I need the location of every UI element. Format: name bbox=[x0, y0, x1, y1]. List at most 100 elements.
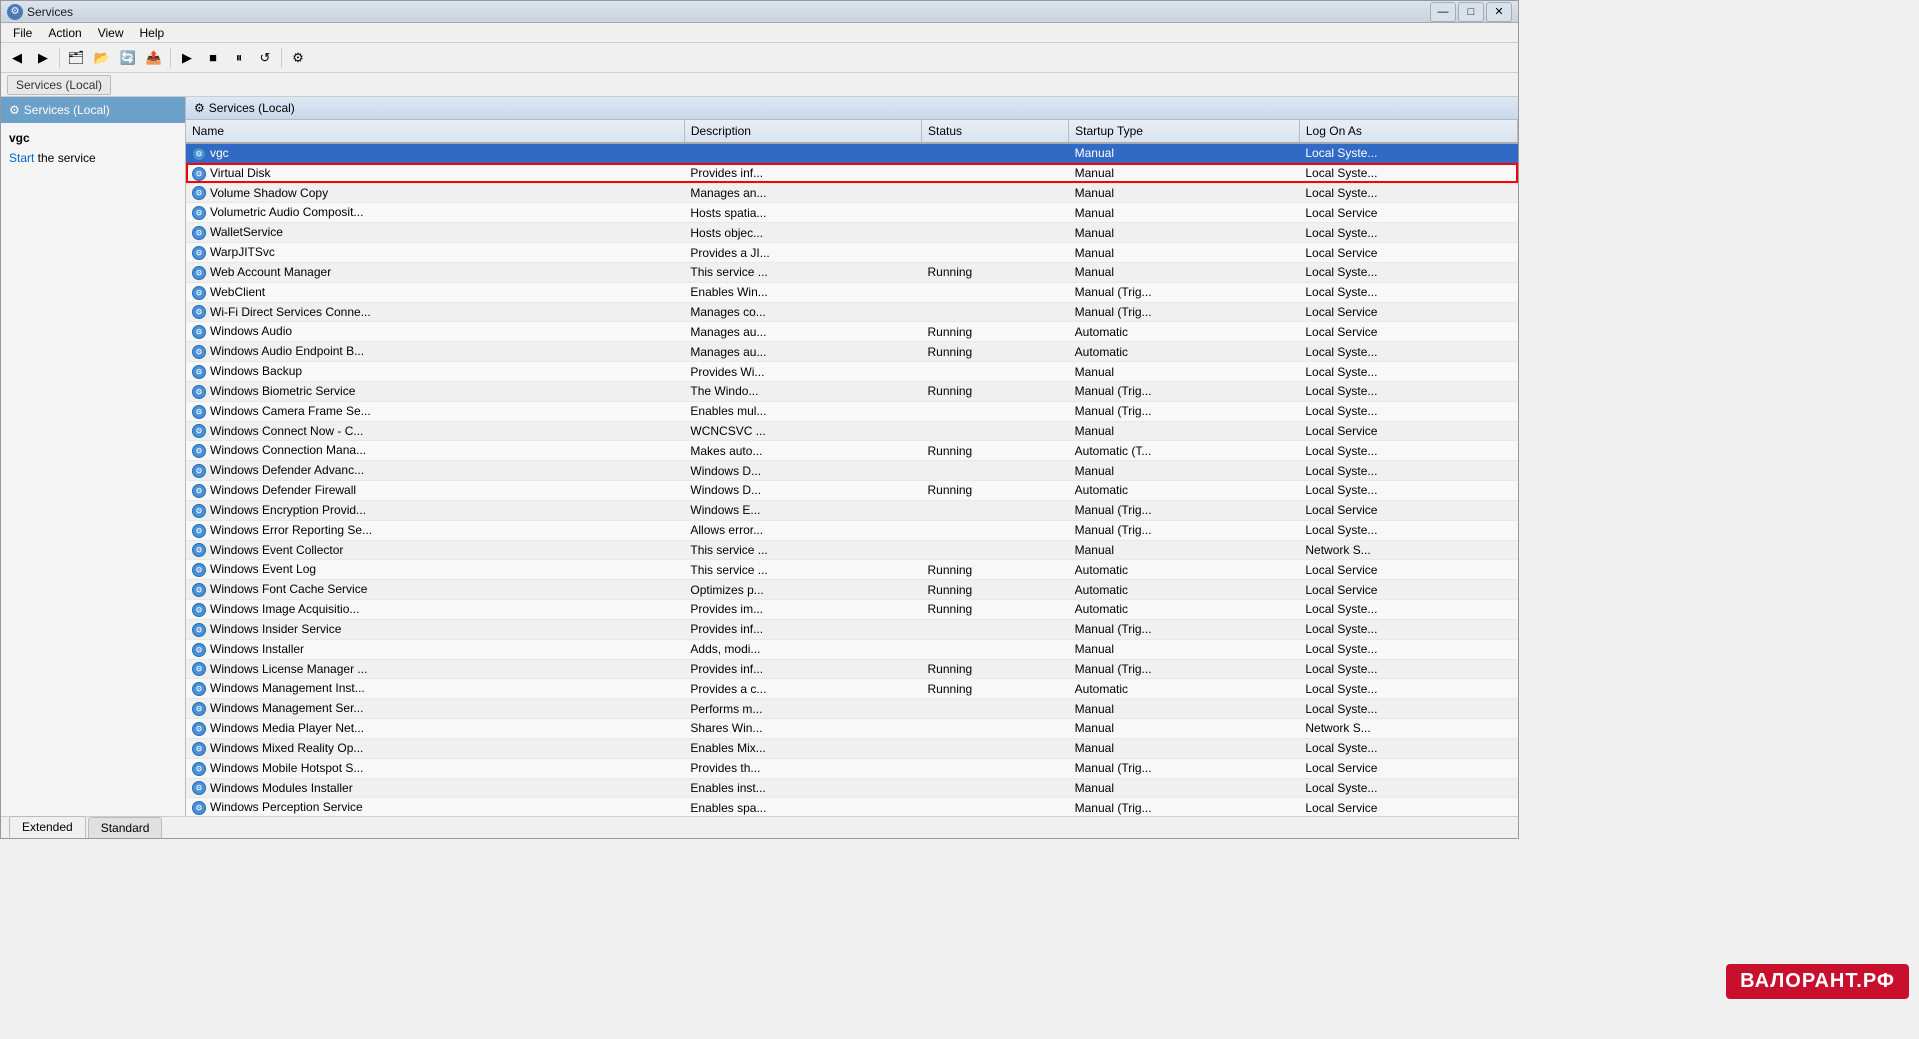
table-row[interactable]: Windows BackupProvides Wi...ManualLocal … bbox=[186, 362, 1518, 382]
service-desc-cell: Provides Wi... bbox=[684, 362, 921, 382]
service-desc-cell: This service ... bbox=[684, 262, 921, 282]
menu-help[interactable]: Help bbox=[132, 24, 173, 42]
table-row[interactable]: Web Account ManagerThis service ...Runni… bbox=[186, 262, 1518, 282]
service-desc-cell: Adds, modi... bbox=[684, 639, 921, 659]
col-name[interactable]: Name bbox=[186, 120, 684, 143]
table-row[interactable]: Windows Modules InstallerEnables inst...… bbox=[186, 778, 1518, 798]
table-row[interactable]: Windows Connect Now - C...WCNCSVC ...Man… bbox=[186, 421, 1518, 441]
table-row[interactable]: Windows Error Reporting Se...Allows erro… bbox=[186, 520, 1518, 540]
back-button[interactable]: ◀ bbox=[5, 46, 29, 70]
service-status-cell bbox=[922, 143, 1069, 163]
service-desc-cell: Enables mul... bbox=[684, 401, 921, 421]
service-status-cell: Running bbox=[922, 342, 1069, 362]
table-row[interactable]: Windows Defender FirewallWindows D...Run… bbox=[186, 481, 1518, 501]
table-row[interactable]: Windows License Manager ...Provides inf.… bbox=[186, 659, 1518, 679]
services-table-container[interactable]: Name Description Status Startup Type Log… bbox=[186, 120, 1518, 816]
table-row[interactable]: Windows Perception ServiceEnables spa...… bbox=[186, 798, 1518, 816]
table-row[interactable]: Windows Event LogThis service ...Running… bbox=[186, 560, 1518, 580]
service-desc-cell: Manages au... bbox=[684, 322, 921, 342]
service-status-cell: Running bbox=[922, 560, 1069, 580]
service-startup-cell: Automatic (T... bbox=[1069, 441, 1300, 461]
table-row[interactable]: Windows Event CollectorThis service ...M… bbox=[186, 540, 1518, 560]
show-tree-button[interactable]: 📂 bbox=[90, 46, 114, 70]
col-logon[interactable]: Log On As bbox=[1299, 120, 1517, 143]
service-logon-cell: Local Syste... bbox=[1299, 362, 1517, 382]
table-row[interactable]: Windows AudioManages au...RunningAutomat… bbox=[186, 322, 1518, 342]
menu-file[interactable]: File bbox=[5, 24, 40, 42]
service-name-cell: WebClient bbox=[186, 282, 684, 302]
menu-bar: File Action View Help bbox=[1, 23, 1518, 43]
menu-action[interactable]: Action bbox=[40, 24, 89, 42]
table-row[interactable]: Wi-Fi Direct Services Conne...Manages co… bbox=[186, 302, 1518, 322]
start-button[interactable]: ▶ bbox=[175, 46, 199, 70]
export-button[interactable]: 📤 bbox=[142, 46, 166, 70]
service-name-cell: Web Account Manager bbox=[186, 262, 684, 282]
table-row[interactable]: Windows Management Ser...Performs m...Ma… bbox=[186, 699, 1518, 719]
service-logon-cell: Local Syste... bbox=[1299, 262, 1517, 282]
service-icon bbox=[192, 444, 206, 458]
service-logon-cell: Network S... bbox=[1299, 540, 1517, 560]
service-desc-cell: Provides a JI... bbox=[684, 243, 921, 263]
selected-service-name: vgc bbox=[9, 131, 177, 145]
menu-view[interactable]: View bbox=[90, 24, 132, 42]
service-startup-cell: Manual bbox=[1069, 203, 1300, 223]
table-row[interactable]: Windows Encryption Provid...Windows E...… bbox=[186, 500, 1518, 520]
col-status[interactable]: Status bbox=[922, 120, 1069, 143]
service-desc-cell: Makes auto... bbox=[684, 441, 921, 461]
table-row[interactable]: Volume Shadow CopyManages an...ManualLoc… bbox=[186, 183, 1518, 203]
table-row[interactable]: Windows InstallerAdds, modi...ManualLoca… bbox=[186, 639, 1518, 659]
restart-button[interactable]: ↺ bbox=[253, 46, 277, 70]
col-description[interactable]: Description bbox=[684, 120, 921, 143]
pause-button[interactable]: ⏸ bbox=[227, 46, 251, 70]
service-status-cell bbox=[922, 223, 1069, 243]
table-row[interactable]: Windows Media Player Net...Shares Win...… bbox=[186, 719, 1518, 739]
start-service-link[interactable]: Start bbox=[9, 151, 34, 165]
properties-button[interactable]: ⚙ bbox=[286, 46, 310, 70]
tab-extended[interactable]: Extended bbox=[9, 816, 86, 838]
up-button[interactable]: 🗂 bbox=[64, 46, 88, 70]
table-row[interactable]: Windows Audio Endpoint B...Manages au...… bbox=[186, 342, 1518, 362]
table-row[interactable]: Windows Defender Advanc...Windows D...Ma… bbox=[186, 461, 1518, 481]
table-row[interactable]: WalletServiceHosts objec...ManualLocal S… bbox=[186, 223, 1518, 243]
table-row[interactable]: Windows Mobile Hotspot S...Provides th..… bbox=[186, 758, 1518, 778]
forward-button[interactable]: ▶ bbox=[31, 46, 55, 70]
table-row[interactable]: WarpJITSvcProvides a JI...ManualLocal Se… bbox=[186, 243, 1518, 263]
table-row[interactable]: Windows Font Cache ServiceOptimizes p...… bbox=[186, 580, 1518, 600]
table-row[interactable]: Windows Camera Frame Se...Enables mul...… bbox=[186, 401, 1518, 421]
table-row[interactable]: Windows Mixed Reality Op...Enables Mix..… bbox=[186, 738, 1518, 758]
table-row[interactable]: Windows Image Acquisitio...Provides im..… bbox=[186, 600, 1518, 620]
right-panel: ⚙ Services (Local) Name Description Stat… bbox=[186, 97, 1518, 816]
right-panel-header: ⚙ Services (Local) bbox=[186, 97, 1518, 120]
service-name-cell: Windows Defender Firewall bbox=[186, 481, 684, 501]
table-row[interactable]: Windows Biometric ServiceThe Windo...Run… bbox=[186, 381, 1518, 401]
col-startup[interactable]: Startup Type bbox=[1069, 120, 1300, 143]
table-row[interactable]: Windows Connection Mana...Makes auto...R… bbox=[186, 441, 1518, 461]
close-button[interactable]: ✕ bbox=[1486, 2, 1512, 22]
service-logon-cell: Local Service bbox=[1299, 758, 1517, 778]
service-startup-cell: Manual (Trig... bbox=[1069, 401, 1300, 421]
service-desc-cell: The Windo... bbox=[684, 381, 921, 401]
service-startup-cell: Manual (Trig... bbox=[1069, 758, 1300, 778]
tabs-bar: Extended Standard bbox=[1, 816, 1518, 838]
table-row[interactable]: Windows Insider ServiceProvides inf...Ma… bbox=[186, 619, 1518, 639]
table-header-row: Name Description Status Startup Type Log… bbox=[186, 120, 1518, 143]
stop-button[interactable]: ■ bbox=[201, 46, 225, 70]
table-row[interactable]: Virtual DiskProvides inf...ManualLocal S… bbox=[186, 163, 1518, 183]
maximize-button[interactable]: □ bbox=[1458, 2, 1484, 22]
service-startup-cell: Manual (Trig... bbox=[1069, 619, 1300, 639]
service-startup-cell: Automatic bbox=[1069, 679, 1300, 699]
minimize-button[interactable]: — bbox=[1430, 2, 1456, 22]
service-name-cell: Windows Installer bbox=[186, 639, 684, 659]
table-row[interactable]: WebClientEnables Win...Manual (Trig...Lo… bbox=[186, 282, 1518, 302]
service-desc-cell: This service ... bbox=[684, 560, 921, 580]
table-row[interactable]: Windows Management Inst...Provides a c..… bbox=[186, 679, 1518, 699]
service-name-cell: Windows Event Collector bbox=[186, 540, 684, 560]
table-row[interactable]: Volumetric Audio Composit...Hosts spatia… bbox=[186, 203, 1518, 223]
table-row[interactable]: vgcManualLocal Syste... bbox=[186, 143, 1518, 163]
refresh-button[interactable]: 🔄 bbox=[116, 46, 140, 70]
service-desc-cell: Windows D... bbox=[684, 461, 921, 481]
service-name-cell: Windows Audio bbox=[186, 322, 684, 342]
service-startup-cell: Manual bbox=[1069, 421, 1300, 441]
service-status-cell bbox=[922, 639, 1069, 659]
tab-standard[interactable]: Standard bbox=[88, 817, 163, 838]
